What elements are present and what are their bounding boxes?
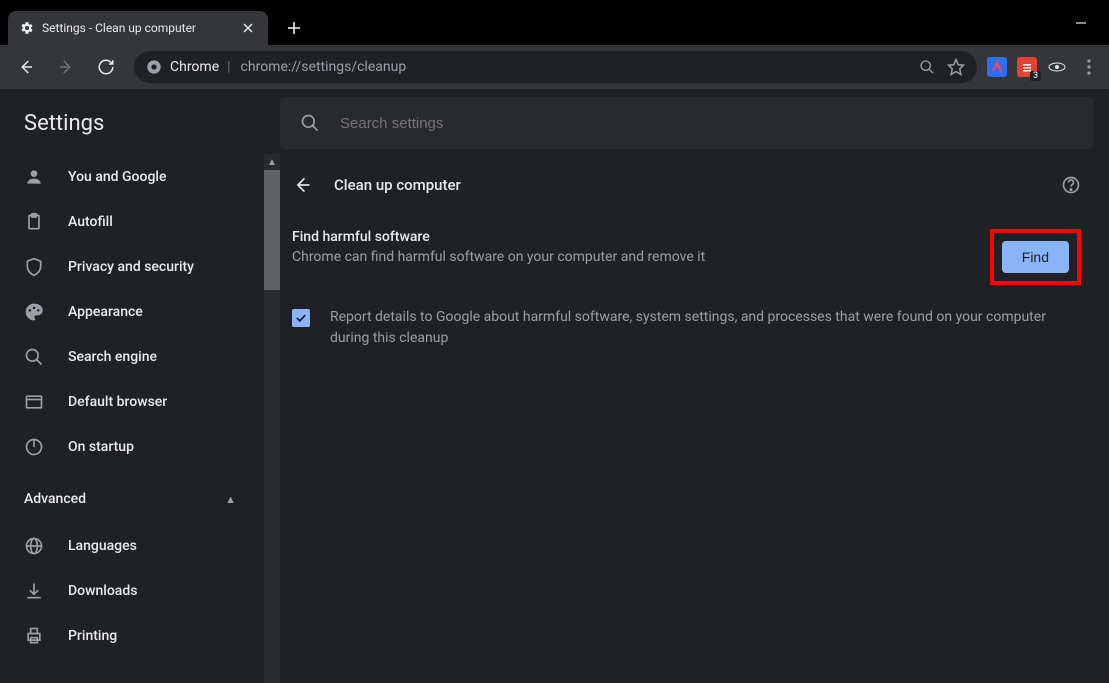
search-input[interactable] <box>340 115 1073 132</box>
browser-tab[interactable]: Settings - Clean up computer <box>8 11 268 45</box>
back-button[interactable] <box>8 49 44 85</box>
chrome-icon <box>146 59 162 75</box>
report-checkbox[interactable] <box>292 309 310 327</box>
star-icon[interactable] <box>947 58 965 76</box>
advanced-label: Advanced <box>24 491 86 507</box>
extension-icon[interactable] <box>987 57 1007 77</box>
sidebar-item-label: Search engine <box>68 349 157 365</box>
browser-icon <box>24 392 44 412</box>
separator: | <box>227 59 230 75</box>
settings-sidebar: Settings You and Google Autofill Privacy… <box>0 89 280 683</box>
sidebar-advanced-toggle[interactable]: Advanced ▲ <box>0 475 280 523</box>
sidebar-item-label: Languages <box>68 538 137 554</box>
sidebar-item-label: Default browser <box>68 394 167 410</box>
tab-title: Settings - Clean up computer <box>42 21 232 35</box>
sidebar-item-you-and-google[interactable]: You and Google <box>0 154 280 199</box>
sidebar-item-printing[interactable]: Printing <box>0 613 280 658</box>
browser-titlebar: Settings - Clean up computer <box>0 0 1109 45</box>
minimize-icon[interactable] <box>1075 17 1087 29</box>
find-harmful-title: Find harmful software <box>292 229 970 245</box>
forward-button[interactable] <box>48 49 84 85</box>
sidebar-item-label: On startup <box>68 439 134 455</box>
site-info[interactable]: Chrome | <box>146 59 231 75</box>
sidebar-item-label: Downloads <box>68 583 137 599</box>
sidebar-item-default-browser[interactable]: Default browser <box>0 379 280 424</box>
main-content: Clean up computer Find harmful software … <box>280 89 1109 683</box>
search-icon[interactable] <box>919 59 935 75</box>
sidebar-item-label: Privacy and security <box>68 259 194 275</box>
globe-icon <box>24 536 44 556</box>
chevron-up-icon: ▲ <box>225 493 236 506</box>
power-icon <box>24 437 44 457</box>
sidebar-item-label: Appearance <box>68 304 143 320</box>
gear-icon <box>20 21 34 35</box>
clipboard-icon <box>24 212 44 232</box>
reload-button[interactable] <box>88 49 124 85</box>
sidebar-item-appearance[interactable]: Appearance <box>0 289 280 334</box>
settings-title: Settings <box>0 89 280 154</box>
back-icon[interactable] <box>292 175 312 195</box>
new-tab-button[interactable] <box>280 14 308 42</box>
sidebar-item-label: Autofill <box>68 214 113 230</box>
scroll-up-icon[interactable]: ▲ <box>264 154 280 170</box>
scrollbar-thumb[interactable] <box>264 170 280 290</box>
extension-icon[interactable] <box>1047 57 1067 77</box>
sidebar-item-search-engine[interactable]: Search engine <box>0 334 280 379</box>
find-harmful-description: Chrome can find harmful software on your… <box>292 249 970 265</box>
check-icon <box>294 311 308 325</box>
highlight-box: Find <box>990 229 1081 285</box>
printer-icon <box>24 626 44 646</box>
browser-toolbar: Chrome | chrome://settings/cleanup 3 <box>0 45 1109 89</box>
url-text: chrome://settings/cleanup <box>241 59 407 75</box>
badge: 3 <box>1030 71 1041 81</box>
sidebar-item-label: Printing <box>68 628 117 644</box>
scrollbar[interactable]: ▲ <box>264 154 280 683</box>
sidebar-item-downloads[interactable]: Downloads <box>0 568 280 613</box>
report-description: Report details to Google about harmful s… <box>330 307 1081 349</box>
extension-icon[interactable]: 3 <box>1017 57 1037 77</box>
extension-icons: 3 <box>987 49 1101 85</box>
search-icon <box>24 347 44 367</box>
sidebar-item-on-startup[interactable]: On startup <box>0 424 280 469</box>
window-controls <box>1075 17 1101 29</box>
address-bar[interactable]: Chrome | chrome://settings/cleanup <box>134 51 977 83</box>
find-button[interactable]: Find <box>1002 241 1069 273</box>
palette-icon <box>24 302 44 322</box>
download-icon <box>24 581 44 601</box>
sidebar-item-languages[interactable]: Languages <box>0 523 280 568</box>
menu-icon[interactable] <box>1077 49 1101 85</box>
person-icon <box>24 167 44 187</box>
page-title: Clean up computer <box>334 176 1039 194</box>
sidebar-item-privacy-security[interactable]: Privacy and security <box>0 244 280 289</box>
shield-icon <box>24 257 44 277</box>
scheme-label: Chrome <box>170 59 219 75</box>
sidebar-item-label: You and Google <box>68 169 166 185</box>
search-icon <box>300 113 320 133</box>
close-icon[interactable] <box>240 20 256 36</box>
settings-search[interactable] <box>280 97 1093 149</box>
help-icon[interactable] <box>1061 175 1081 195</box>
sidebar-item-autofill[interactable]: Autofill <box>0 199 280 244</box>
